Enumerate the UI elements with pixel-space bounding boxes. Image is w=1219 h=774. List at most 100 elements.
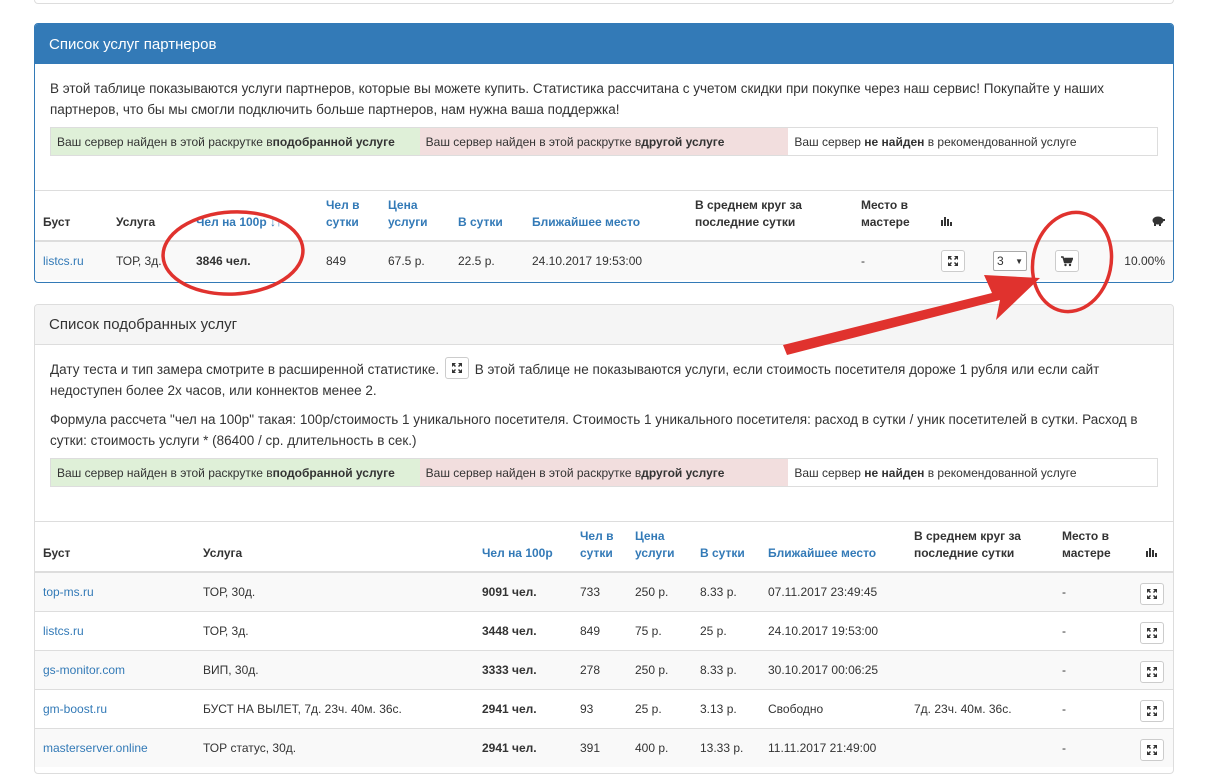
expand-stats-button[interactable]: [1139, 621, 1164, 644]
row-service: ТОР, 30д.: [195, 571, 474, 611]
col-per100[interactable]: Чел на 100р: [474, 522, 572, 573]
row-avg-round: [906, 727, 1054, 767]
col-per-day[interactable]: В сутки: [450, 191, 524, 242]
row-nearest: 24.10.2017 19:53:00: [524, 240, 687, 280]
row-place-master: -: [853, 240, 933, 280]
selected-panel-body: Дату теста и тип замера смотрите в расши…: [35, 345, 1173, 487]
expand-stats-button[interactable]: [941, 250, 965, 272]
row-avg-round: 7д. 23ч. 40м. 36с.: [906, 688, 1054, 728]
row-per-day: 13.33 р.: [692, 727, 760, 767]
row-place-master: -: [1054, 649, 1130, 689]
row-per-day: 3.13 р.: [692, 688, 760, 728]
row-nearest: 30.10.2017 00:06:25: [760, 649, 906, 689]
legend-found-other: Ваш сервер найден в этой раскрутке в дру…: [419, 459, 789, 486]
row-boost-link[interactable]: gs-monitor.com: [35, 649, 195, 689]
row-boost-link[interactable]: listcs.ru: [35, 240, 108, 280]
row-per100: 9091 чел.: [474, 571, 572, 611]
row-nearest: 11.11.2017 21:49:00: [760, 727, 906, 767]
partners-panel-title: Список услуг партнеров: [35, 24, 1173, 64]
row-per100: 2941 чел.: [474, 727, 572, 767]
col-per-day[interactable]: В сутки: [692, 522, 760, 573]
piggy-bank-icon: [1152, 216, 1165, 226]
bar-chart-icon: [1146, 548, 1157, 557]
row-place-master: -: [1054, 571, 1130, 611]
row-boost-link[interactable]: top-ms.ru: [35, 571, 195, 611]
table-row: gm-boost.ru БУСТ НА ВЫЛЕТ, 7д. 23ч. 40м. …: [35, 688, 1173, 728]
row-boost-link[interactable]: listcs.ru: [35, 610, 195, 650]
legend-not-found: Ваш сервер не найден в рекомендованной у…: [788, 459, 1158, 486]
row-boost-link[interactable]: masterserver.online: [35, 727, 195, 767]
col-avg-round: В среднем круг за последние сутки: [906, 522, 1054, 573]
row-per-day-people: 93: [572, 688, 627, 728]
legend-found-selected: Ваш сервер найден в этой раскрутке в под…: [51, 459, 420, 486]
row-service: ТОР, 3д.: [195, 610, 474, 650]
row-boost-link[interactable]: gm-boost.ru: [35, 688, 195, 728]
legend-found-other: Ваш сервер найден в этой раскрутке в дру…: [419, 128, 789, 155]
expand-stats-button[interactable]: [1139, 699, 1164, 722]
col-boost: Буст: [35, 522, 195, 573]
chevron-down-icon: ▼: [1015, 256, 1023, 266]
row-avg-round: [906, 649, 1054, 689]
legend-found-selected: Ваш сервер найден в этой раскрутке в под…: [51, 128, 420, 155]
row-price: 25 р.: [627, 688, 692, 728]
col-per100[interactable]: Чел на 100р ↓↑: [188, 191, 318, 242]
col-per-day-people[interactable]: Чел в сутки: [572, 522, 627, 573]
col-nearest[interactable]: Ближайшее место: [524, 191, 687, 242]
partners-table: Буст Услуга Чел на 100р ↓↑ Чел в сутки Ц…: [35, 191, 1173, 280]
buy-cart-button[interactable]: [1055, 250, 1079, 272]
selected-table: Буст Услуга Чел на 100р Чел в сутки Цена…: [35, 522, 1173, 767]
expand-icon: [1146, 705, 1157, 716]
col-service: Услуга: [195, 522, 474, 573]
partners-panel-body: В этой таблице показываются услуги партн…: [35, 64, 1173, 156]
sort-icon[interactable]: ↓↑: [270, 215, 282, 229]
row-per100: 2941 чел.: [474, 688, 572, 728]
row-per-day: 8.33 р.: [692, 649, 760, 689]
row-per-day: 8.33 р.: [692, 571, 760, 611]
row-service: ТОР статус, 30д.: [195, 727, 474, 767]
expand-icon: [948, 256, 958, 266]
expand-stats-button[interactable]: [1139, 582, 1164, 605]
partners-description: В этой таблице показываются услуги партн…: [50, 81, 1105, 117]
expand-icon: [1146, 744, 1157, 755]
row-price: 400 р.: [627, 727, 692, 767]
col-price[interactable]: Цена услуги: [380, 191, 450, 242]
expand-stats-inline-button[interactable]: [444, 357, 469, 380]
row-price: 250 р.: [627, 571, 692, 611]
cart-icon: [1061, 255, 1073, 266]
selected-description-2: Формула рассчета "чел на 100р" такая: 10…: [50, 412, 1138, 448]
table-row: listcs.ru ТОР, 3д. 3846 чел. 849 67.5 р.…: [35, 240, 1173, 280]
col-price[interactable]: Цена услуги: [627, 522, 692, 573]
previous-panel-edge: [34, 0, 1174, 4]
legend-not-found: Ваш сервер не найден в рекомендованной у…: [788, 128, 1158, 155]
col-nearest[interactable]: Ближайшее место: [760, 522, 906, 573]
row-avg-round: [906, 610, 1054, 650]
row-per100: 3333 чел.: [474, 649, 572, 689]
row-price: 250 р.: [627, 649, 692, 689]
row-per100: 3846 чел.: [188, 240, 318, 280]
row-avg-round: [906, 571, 1054, 611]
col-qty: [985, 191, 1047, 242]
col-avg-round: В среднем круг за последние сутки: [687, 191, 853, 242]
selected-panel: Список подобранных услуг Дату теста и ти…: [34, 304, 1174, 774]
expand-icon: [451, 363, 462, 374]
row-per100: 3448 чел.: [474, 610, 572, 650]
table-row: top-ms.ru ТОР, 30д. 9091 чел. 733 250 р. 8.33…: [35, 571, 1173, 611]
partners-legend: Ваш сервер найден в этой раскрутке в под…: [50, 127, 1158, 156]
expand-stats-button[interactable]: [1139, 738, 1164, 761]
col-per-day-people[interactable]: Чел в сутки: [318, 191, 380, 242]
expand-stats-button[interactable]: [1139, 660, 1164, 683]
row-discount: 10.00%: [1109, 240, 1173, 280]
expand-icon: [1146, 588, 1157, 599]
selected-description-1: Дату теста и тип замера смотрите в расши…: [50, 357, 1158, 401]
row-place-master: -: [1054, 610, 1130, 650]
expand-icon: [1146, 666, 1157, 677]
selected-panel-title: Список подобранных услуг: [35, 305, 1173, 345]
row-per-day-people: 391: [572, 727, 627, 767]
quantity-select[interactable]: 3 ▼: [993, 251, 1027, 271]
row-place-master: -: [1054, 727, 1130, 767]
row-service: ТОР, 3д.: [108, 240, 188, 280]
selected-legend: Ваш сервер найден в этой раскрутке в под…: [50, 458, 1158, 487]
col-stats: [1130, 522, 1173, 573]
row-service: ВИП, 30д.: [195, 649, 474, 689]
table-row: gs-monitor.com ВИП, 30д. 3333 чел. 278 250 р…: [35, 649, 1173, 689]
